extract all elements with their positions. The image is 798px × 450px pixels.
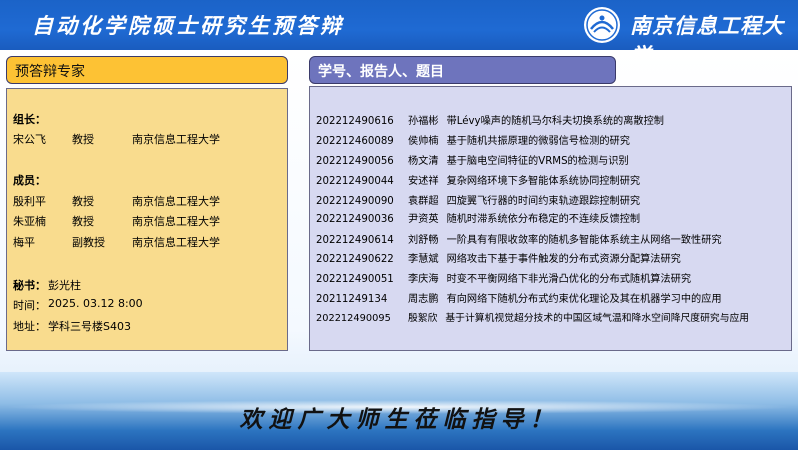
- member-title: 副教授: [72, 236, 105, 249]
- student-topic: 四旋翼飞行器的时间约束轨迹跟踪控制研究: [446, 196, 641, 207]
- student-name: 刘舒畅: [408, 235, 439, 246]
- students-box-title: 学号、报告人、题目: [309, 56, 616, 84]
- member-org: 南京信息工程大学: [132, 195, 220, 208]
- student-row: 202212490056 杨文清 基于脑电空间特征的VRMS的检测与识别: [316, 152, 629, 167]
- secretary-label: 秘书：: [13, 279, 46, 292]
- student-id: 202212490614: [316, 235, 394, 246]
- student-id: 202212490056: [316, 156, 394, 167]
- student-name: 侯帅楠: [408, 136, 439, 147]
- student-row: 202212490622 李慧斌 网络攻击下基于事件触发的分布式资源分配算法研究: [316, 250, 681, 265]
- member-name: 梅平: [13, 236, 35, 249]
- time-value: 2025. 03.12 8:00: [48, 297, 143, 310]
- student-row: 20211249134 周志鹏 有向网络下随机分布式约束优化理论及其在机器学习中的应…: [316, 290, 722, 305]
- student-topic: 网络攻击下基于事件触发的分布式资源分配算法研究: [446, 254, 681, 265]
- student-id: 202212490095: [316, 313, 391, 324]
- student-name: 袁群超: [408, 196, 439, 207]
- student-topic: 带Lévy噪声的随机马尔科夫切换系统的离散控制: [446, 116, 664, 127]
- student-row: 202212490044 安述祥 复杂网络环境下多智能体系统协同控制研究: [316, 172, 640, 187]
- leader-label: 组长：: [13, 113, 46, 126]
- student-row: 202212490090 袁群超 四旋翼飞行器的时间约束轨迹跟踪控制研究: [316, 192, 640, 207]
- student-topic: 基于脑电空间特征的VRMS的检测与识别: [446, 156, 629, 167]
- member-name: 殷利平: [13, 195, 46, 208]
- experts-box-title: 预答辩专家: [6, 56, 288, 84]
- student-topic: 基于计算机视觉超分技术的中国区域气温和降水空间降尺度研究与应用: [445, 313, 750, 324]
- student-id: 202212490622: [316, 254, 394, 265]
- leader-org: 南京信息工程大学: [132, 133, 220, 146]
- secretary-name: 彭光柱: [48, 279, 81, 292]
- student-topic: 随机时滞系统依分布稳定的不连续反馈控制: [446, 214, 641, 225]
- student-name: 孙福彬: [408, 116, 439, 127]
- student-row: 202212490616 孙福彬 带Lévy噪声的随机马尔科夫切换系统的离散控制: [316, 112, 664, 127]
- student-id: 202212490090: [316, 196, 394, 207]
- members-label: 成员：: [13, 174, 46, 187]
- student-name: 李庆海: [408, 274, 439, 285]
- student-name: 殷絮欣: [408, 313, 438, 324]
- student-id: 202212490044: [316, 176, 394, 187]
- student-name: 李慧斌: [408, 254, 439, 265]
- welcome-text: 欢迎广大师生莅临指导！: [239, 406, 559, 433]
- student-id: 20211249134: [316, 294, 388, 305]
- student-name: 周志鹏: [408, 294, 439, 305]
- student-id: 202212490051: [316, 274, 394, 285]
- student-name: 杨文清: [408, 156, 439, 167]
- member-org: 南京信息工程大学: [132, 236, 220, 249]
- member-org: 南京信息工程大学: [132, 215, 220, 228]
- leader-name: 宋公飞: [13, 133, 46, 146]
- time-label: 时间：: [13, 299, 46, 312]
- student-row: 202212490095 殷絮欣 基于计算机视觉超分技术的中国区域气温和降水空间降尺…: [316, 310, 749, 324]
- place-value: 学科三号楼S403: [48, 320, 131, 333]
- student-row: 202212490036 尹资英 随机时滞系统依分布稳定的不连续反馈控制: [316, 210, 640, 225]
- student-id: 202212490616: [316, 116, 394, 127]
- student-row: 202212490051 李庆海 时变不平衡网络下非光滑凸优化的分布式随机算法研究: [316, 270, 691, 285]
- page-title: 自动化学院硕士研究生预答辩: [32, 13, 344, 38]
- member-name: 朱亚楠: [13, 215, 46, 228]
- student-name: 尹资英: [408, 214, 439, 225]
- university-logo-icon: [584, 7, 620, 43]
- student-topic: 时变不平衡网络下非光滑凸优化的分布式随机算法研究: [446, 274, 692, 285]
- student-row: 202212490614 刘舒畅 一阶具有有限收敛率的随机多智能体系统主从网络一致性…: [316, 231, 722, 246]
- leader-title: 教授: [72, 133, 94, 146]
- student-id: 202212490036: [316, 214, 394, 225]
- student-topic: 有向网络下随机分布式约束优化理论及其在机器学习中的应用: [446, 294, 722, 305]
- student-topic: 一阶具有有限收敛率的随机多智能体系统主从网络一致性研究: [446, 235, 722, 246]
- header-bar: 自动化学院硕士研究生预答辩 南京信息工程大学: [0, 0, 798, 68]
- student-topic: 复杂网络环境下多智能体系统协同控制研究: [446, 176, 641, 187]
- student-id: 202212460089: [316, 136, 394, 147]
- student-row: 202212460089 侯帅楠 基于随机共振原理的微弱信号检测的研究: [316, 132, 630, 147]
- place-label: 地址：: [13, 320, 46, 333]
- student-topic: 基于随机共振原理的微弱信号检测的研究: [446, 136, 630, 147]
- student-name: 安述祥: [408, 176, 439, 187]
- member-title: 教授: [72, 215, 94, 228]
- member-title: 教授: [72, 195, 94, 208]
